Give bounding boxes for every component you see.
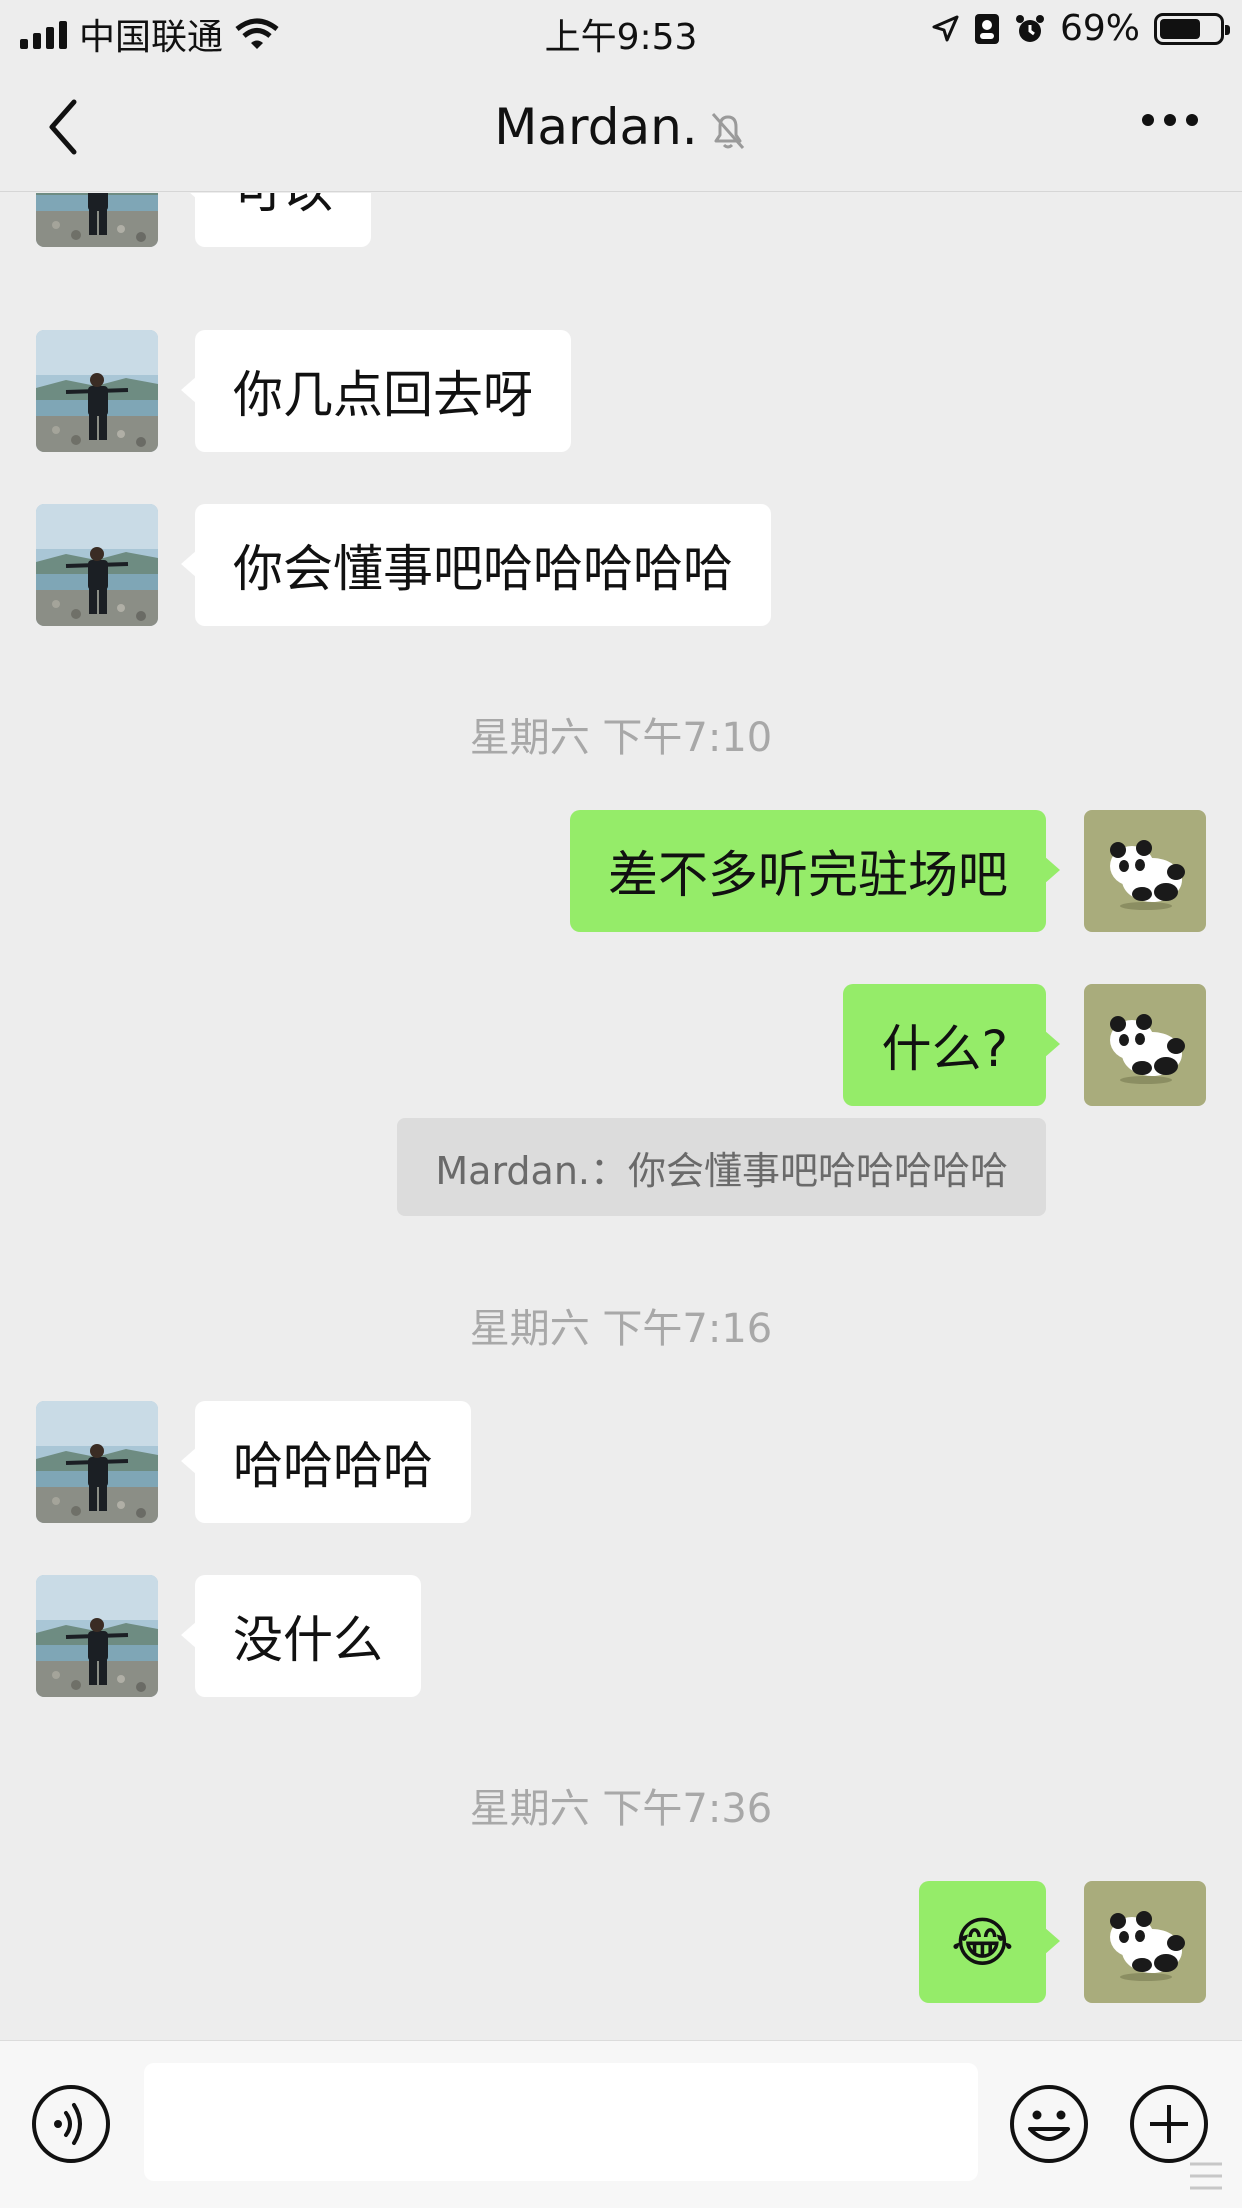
battery-percent: 69% — [1059, 8, 1140, 49]
more-icon[interactable] — [1142, 114, 1198, 126]
message-bubble[interactable]: 哈哈哈哈 — [181, 1401, 471, 1523]
status-right: 69% — [930, 8, 1230, 49]
timestamp: 星期六 下午7:16 — [469, 1306, 773, 1352]
bell-slash-icon — [711, 112, 744, 149]
message-row: 什么? — [0, 984, 1242, 1106]
chat-title-text: Mardan. — [494, 98, 698, 156]
contact-card-icon — [974, 13, 999, 44]
contact-avatar[interactable] — [36, 504, 158, 626]
voice-icon[interactable] — [30, 2083, 112, 2165]
location-arrow-icon — [932, 15, 959, 41]
chat-title: Mardan. — [0, 98, 1242, 156]
timestamp: 星期六 下午7:10 — [469, 715, 773, 761]
timestamp: 星期六 下午7:36 — [469, 1786, 773, 1832]
watermark-icon — [1190, 2162, 1222, 2190]
self-avatar[interactable] — [1084, 1881, 1206, 2003]
contact-avatar[interactable] — [36, 1401, 158, 1523]
message-row: 😂 — [0, 1881, 1242, 2003]
contact-avatar[interactable] — [36, 1575, 158, 1697]
battery-icon — [1154, 12, 1230, 45]
status-bar: 中国联通 上午9:53 69% — [0, 0, 1242, 62]
self-avatar[interactable] — [1084, 810, 1206, 932]
chat-area[interactable]: 可以 你几点回去呀 你会懂事吧哈哈哈哈哈 星期六 下午7:10 差不多听完驻场吧… — [0, 193, 1242, 2040]
message-row: 可以 — [0, 193, 1242, 247]
message-row: 你会懂事吧哈哈哈哈哈 — [0, 504, 1242, 626]
contact-avatar[interactable] — [36, 330, 158, 452]
emoji-icon[interactable] — [1008, 2083, 1090, 2165]
message-bubble[interactable]: 什么? — [843, 984, 1060, 1106]
input-bar — [0, 2040, 1242, 2208]
message-row: 差不多听完驻场吧 — [0, 810, 1242, 932]
message-input[interactable] — [144, 2063, 978, 2181]
message-bubble[interactable]: 你几点回去呀 — [181, 330, 571, 452]
message-bubble[interactable]: 没什么 — [181, 1575, 421, 1697]
message-bubble[interactable]: 你会懂事吧哈哈哈哈哈 — [181, 504, 771, 626]
contact-avatar[interactable] — [36, 193, 158, 247]
message-row: 没什么 — [0, 1575, 1242, 1697]
message-row: 你几点回去呀 — [0, 330, 1242, 452]
plus-icon[interactable] — [1128, 2083, 1210, 2165]
message-bubble[interactable]: 可以 — [181, 193, 371, 247]
nav-bar: Mardan. — [0, 62, 1242, 192]
self-avatar[interactable] — [1084, 984, 1206, 1106]
message-bubble[interactable]: 😂 — [918, 1881, 1061, 2003]
message-row: 哈哈哈哈 — [0, 1401, 1242, 1523]
message-bubble[interactable]: 差不多听完驻场吧 — [570, 810, 1060, 932]
quoted-message[interactable]: Mardan.：你会懂事吧哈哈哈哈哈 — [397, 1118, 1046, 1216]
alarm-icon — [1015, 14, 1044, 42]
